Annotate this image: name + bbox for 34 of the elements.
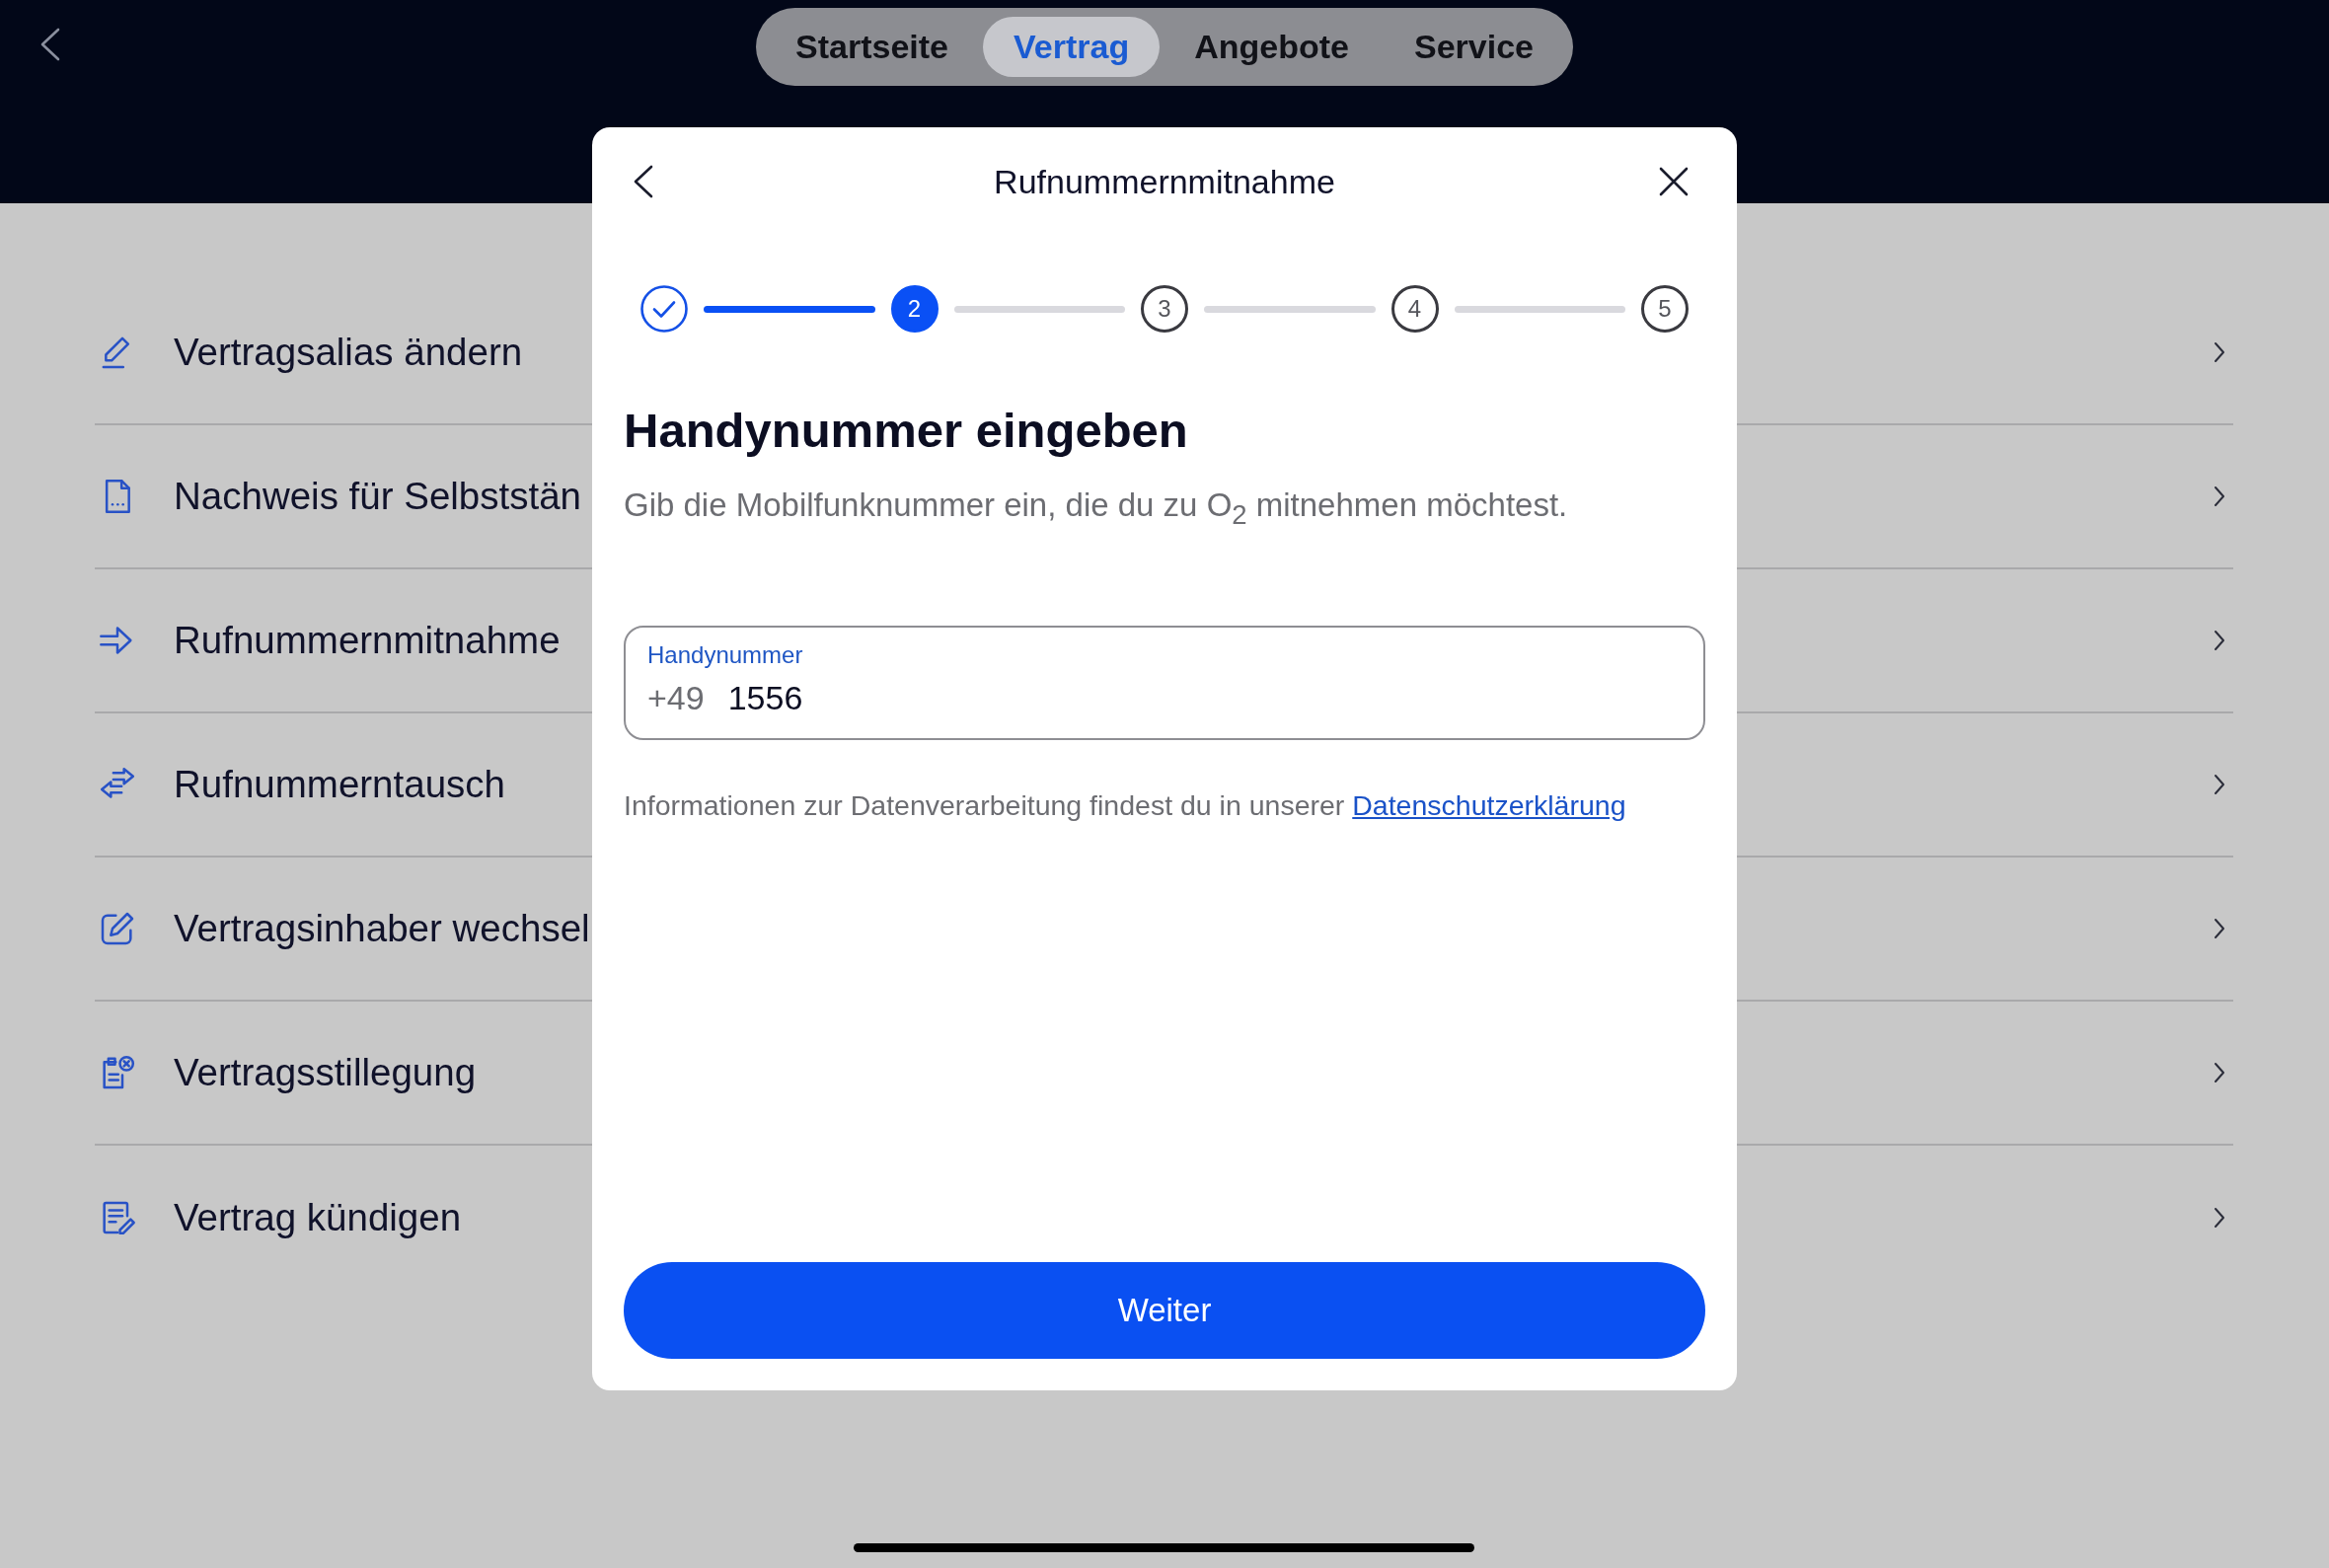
country-code: +49: [647, 677, 705, 718]
chevron-right-icon[interactable]: [2214, 485, 2225, 507]
chevron-right-icon[interactable]: [2214, 918, 2225, 939]
chevron-left-icon[interactable]: [633, 165, 654, 198]
chevron-right-icon[interactable]: [2214, 774, 2225, 795]
tab[interactable]: Startseite: [765, 17, 979, 77]
chevron-left-icon[interactable]: [39, 28, 61, 61]
step-number: 2: [890, 285, 939, 333]
menu-item[interactable]: Vertragsalias ändern: [174, 331, 523, 374]
dialog-title: Rufnummernmitnahme: [994, 162, 1335, 201]
tab[interactable]: Service: [1383, 17, 1564, 77]
step-number: 4: [1390, 285, 1439, 333]
field-label: Handynummer: [647, 639, 803, 670]
chevron-right-icon[interactable]: [2214, 1207, 2225, 1229]
menu-item[interactable]: Nachweis für Selbststän: [174, 475, 581, 518]
close-icon[interactable]: [1659, 167, 1689, 196]
step-number: 3: [1141, 285, 1188, 333]
tab[interactable]: Angebote: [1164, 17, 1380, 77]
tab[interactable]: Vertrag: [983, 17, 1161, 77]
dialog-heading: Handynummer eingeben: [624, 403, 1189, 459]
menu-item[interactable]: Vertrag kündigen: [174, 1196, 462, 1239]
step-number: 5: [1641, 285, 1689, 333]
dialog-subtitle: Gib die Mobilfunknummer ein, die du zu O$_{2}$ mitnehmen möchtest.: [624, 485, 1569, 532]
phone-field[interactable]: Handynummer +49 1556: [624, 625, 1705, 740]
privacy-note: Informationen zur Datenverarbeitung findest du in unserer Datenschutzerklärung: [624, 787, 1627, 823]
menu-item[interactable]: Rufnummerntausch: [174, 763, 505, 806]
menu-item[interactable]: Rufnummernmitnahme: [174, 619, 561, 662]
menu-item[interactable]: Vertragsinhaber wechsel: [174, 907, 590, 950]
menu-item[interactable]: Vertragsstillegung: [174, 1051, 477, 1094]
continue-button[interactable]: Weiter: [624, 1262, 1705, 1359]
chevron-right-icon[interactable]: [2214, 630, 2225, 651]
chevron-right-icon[interactable]: [2214, 341, 2225, 363]
chevron-right-icon[interactable]: [2214, 1062, 2225, 1083]
privacy-link[interactable]: Datenschutzerklärung: [1352, 788, 1626, 821]
